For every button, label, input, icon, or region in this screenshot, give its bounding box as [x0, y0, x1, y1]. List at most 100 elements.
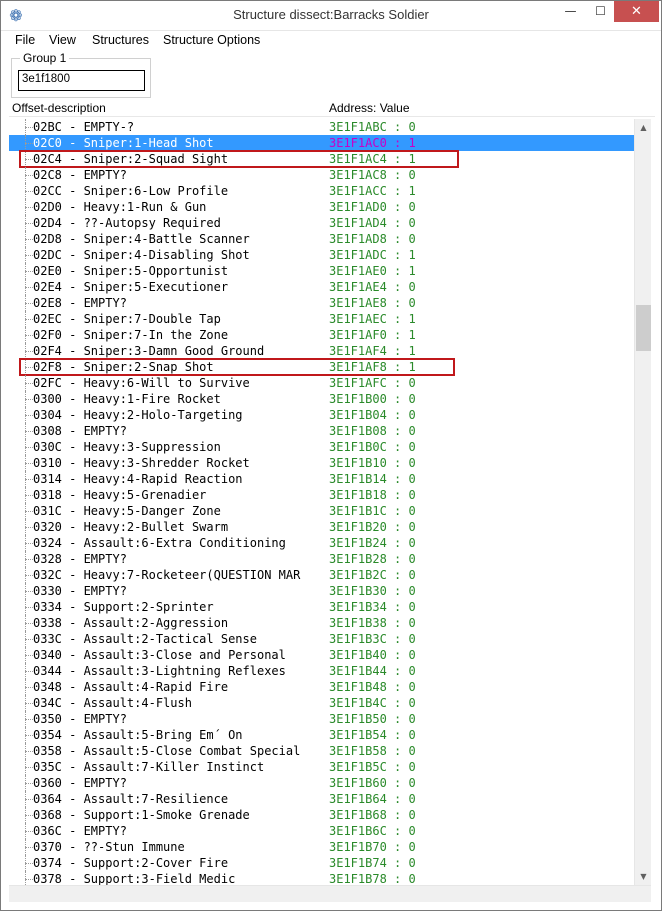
- table-row[interactable]: 030C - Heavy:3-Suppression 3E1F1B0C : 0: [9, 439, 634, 455]
- address-value[interactable]: 3E1F1B20 : 0: [329, 519, 416, 535]
- address-value[interactable]: 3E1F1ACC : 1: [329, 183, 416, 199]
- address-value[interactable]: 3E1F1ADC : 1: [329, 247, 416, 263]
- address-value[interactable]: 3E1F1B3C : 0: [329, 631, 416, 647]
- table-row[interactable]: 035C - Assault:7-Killer Instinct 3E1F1B5C…: [9, 759, 634, 775]
- table-row[interactable]: 02D0 - Heavy:1-Run & Gun 3E1F1AD0 : 0: [9, 199, 634, 215]
- table-row[interactable]: 0374 - Support:2-Cover Fire 3E1F1B74 : 0: [9, 855, 634, 871]
- table-row[interactable]: 02C0 - Sniper:1-Head Shot 3E1F1AC0 : 1: [9, 135, 634, 151]
- address-value[interactable]: 3E1F1AD8 : 0: [329, 231, 416, 247]
- address-value[interactable]: 3E1F1B08 : 0: [329, 423, 416, 439]
- table-row[interactable]: 0340 - Assault:3-Close and Personal 3E1F1…: [9, 647, 634, 663]
- address-value[interactable]: 3E1F1B6C : 0: [329, 823, 416, 839]
- table-row[interactable]: 0368 - Support:1-Smoke Grenade 3E1F1B68 :…: [9, 807, 634, 823]
- address-value[interactable]: 3E1F1AFC : 0: [329, 375, 416, 391]
- address-value[interactable]: 3E1F1B48 : 0: [329, 679, 416, 695]
- table-row[interactable]: 02CC - Sniper:6-Low Profile 3E1F1ACC : 1: [9, 183, 634, 199]
- address-value[interactable]: 3E1F1AE8 : 0: [329, 295, 416, 311]
- table-row[interactable]: 02C8 - EMPTY? 3E1F1AC8 : 0: [9, 167, 634, 183]
- address-value[interactable]: 3E1F1B5C : 0: [329, 759, 416, 775]
- address-value[interactable]: 3E1F1B30 : 0: [329, 583, 416, 599]
- address-value[interactable]: 3E1F1B64 : 0: [329, 791, 416, 807]
- structure-tree[interactable]: 02BC - EMPTY-? 3E1F1ABC : 0 02C0 - Sniper:…: [9, 119, 634, 885]
- table-row[interactable]: 02F4 - Sniper:3-Damn Good Ground 3E1F1AF4…: [9, 343, 634, 359]
- address-value[interactable]: 3E1F1B58 : 0: [329, 743, 416, 759]
- address-value[interactable]: 3E1F1ABC : 0: [329, 119, 416, 135]
- address-value[interactable]: 3E1F1B14 : 0: [329, 471, 416, 487]
- scroll-thumb[interactable]: [636, 305, 651, 351]
- address-value[interactable]: 3E1F1AE0 : 1: [329, 263, 416, 279]
- table-row[interactable]: 0308 - EMPTY? 3E1F1B08 : 0: [9, 423, 634, 439]
- table-row[interactable]: 02FC - Heavy:6-Will to Survive 3E1F1AFC :…: [9, 375, 634, 391]
- menu-structures[interactable]: Structures: [92, 33, 149, 47]
- address-value[interactable]: 3E1F1B2C : 0: [329, 567, 416, 583]
- table-row[interactable]: 0354 - Assault:5-Bring Em´ On 3E1F1B54 : …: [9, 727, 634, 743]
- table-row[interactable]: 0304 - Heavy:2-Holo-Targeting 3E1F1B04 : …: [9, 407, 634, 423]
- table-row[interactable]: 033C - Assault:2-Tactical Sense 3E1F1B3C …: [9, 631, 634, 647]
- address-value[interactable]: 3E1F1B68 : 0: [329, 807, 416, 823]
- vertical-scrollbar[interactable]: ▲ ▼: [634, 119, 651, 885]
- address-value[interactable]: 3E1F1B78 : 0: [329, 871, 416, 885]
- scroll-up-arrow-icon[interactable]: ▲: [635, 119, 652, 136]
- table-row[interactable]: 0318 - Heavy:5-Grenadier 3E1F1B18 : 0: [9, 487, 634, 503]
- table-row[interactable]: 02E4 - Sniper:5-Executioner 3E1F1AE4 : 0: [9, 279, 634, 295]
- close-button[interactable]: ✕: [614, 1, 659, 22]
- table-row[interactable]: 0360 - EMPTY? 3E1F1B60 : 0: [9, 775, 634, 791]
- table-row[interactable]: 0338 - Assault:2-Aggression 3E1F1B38 : 0: [9, 615, 634, 631]
- table-row[interactable]: 0358 - Assault:5-Close Combat Special 3E1…: [9, 743, 634, 759]
- table-row[interactable]: 02BC - EMPTY-? 3E1F1ABC : 0: [9, 119, 634, 135]
- table-row[interactable]: 02E8 - EMPTY? 3E1F1AE8 : 0: [9, 295, 634, 311]
- address-value[interactable]: 3E1F1AD0 : 0: [329, 199, 416, 215]
- scroll-down-arrow-icon[interactable]: ▼: [635, 868, 652, 885]
- table-row[interactable]: 031C - Heavy:5-Danger Zone 3E1F1B1C : 0: [9, 503, 634, 519]
- menu-structure-options[interactable]: Structure Options: [163, 33, 260, 47]
- horizontal-scrollbar[interactable]: [9, 885, 651, 902]
- table-row[interactable]: 0334 - Support:2-Sprinter 3E1F1B34 : 0: [9, 599, 634, 615]
- table-row[interactable]: 0350 - EMPTY? 3E1F1B50 : 0: [9, 711, 634, 727]
- address-value[interactable]: 3E1F1B24 : 0: [329, 535, 416, 551]
- address-value[interactable]: 3E1F1AC8 : 0: [329, 167, 416, 183]
- address-value[interactable]: 3E1F1B44 : 0: [329, 663, 416, 679]
- address-value[interactable]: 3E1F1AC4 : 1: [329, 151, 416, 167]
- table-row[interactable]: 0344 - Assault:3-Lightning Reflexes 3E1F1…: [9, 663, 634, 679]
- address-value[interactable]: 3E1F1B0C : 0: [329, 439, 416, 455]
- address-value[interactable]: 3E1F1B18 : 0: [329, 487, 416, 503]
- address-value[interactable]: 3E1F1B34 : 0: [329, 599, 416, 615]
- minimize-button[interactable]: —: [557, 1, 584, 22]
- table-row[interactable]: 0378 - Support:3-Field Medic 3E1F1B78 : 0: [9, 871, 634, 885]
- address-value[interactable]: 3E1F1AD4 : 0: [329, 215, 416, 231]
- table-row[interactable]: 0314 - Heavy:4-Rapid Reaction 3E1F1B14 : …: [9, 471, 634, 487]
- table-row[interactable]: 0330 - EMPTY? 3E1F1B30 : 0: [9, 583, 634, 599]
- address-value[interactable]: 3E1F1B54 : 0: [329, 727, 416, 743]
- table-row[interactable]: 0348 - Assault:4-Rapid Fire 3E1F1B48 : 0: [9, 679, 634, 695]
- menu-file[interactable]: File: [15, 33, 35, 47]
- address-value[interactable]: 3E1F1AC0 : 1: [329, 135, 416, 151]
- address-value[interactable]: 3E1F1B00 : 0: [329, 391, 416, 407]
- address-value[interactable]: 3E1F1AF0 : 1: [329, 327, 416, 343]
- table-row[interactable]: 036C - EMPTY? 3E1F1B6C : 0: [9, 823, 634, 839]
- address-value[interactable]: 3E1F1B50 : 0: [329, 711, 416, 727]
- table-row[interactable]: 0328 - EMPTY? 3E1F1B28 : 0: [9, 551, 634, 567]
- address-value[interactable]: 3E1F1AEC : 1: [329, 311, 416, 327]
- address-value[interactable]: 3E1F1B04 : 0: [329, 407, 416, 423]
- address-input[interactable]: 3e1f1800: [18, 70, 145, 91]
- address-value[interactable]: 3E1F1B4C : 0: [329, 695, 416, 711]
- address-value[interactable]: 3E1F1B74 : 0: [329, 855, 416, 871]
- address-value[interactable]: 3E1F1B10 : 0: [329, 455, 416, 471]
- address-value[interactable]: 3E1F1B38 : 0: [329, 615, 416, 631]
- address-value[interactable]: 3E1F1B70 : 0: [329, 839, 416, 855]
- table-row[interactable]: 02D4 - ??-Autopsy Required 3E1F1AD4 : 0: [9, 215, 634, 231]
- table-row[interactable]: 02C4 - Sniper:2-Squad Sight 3E1F1AC4 : 1: [9, 151, 634, 167]
- address-value[interactable]: 3E1F1B40 : 0: [329, 647, 416, 663]
- address-value[interactable]: 3E1F1B28 : 0: [329, 551, 416, 567]
- table-row[interactable]: 0310 - Heavy:3-Shredder Rocket 3E1F1B10 :…: [9, 455, 634, 471]
- table-row[interactable]: 02F0 - Sniper:7-In the Zone 3E1F1AF0 : 1: [9, 327, 634, 343]
- table-row[interactable]: 02D8 - Sniper:4-Battle Scanner 3E1F1AD8 :…: [9, 231, 634, 247]
- title-bar[interactable]: ❁ Structure dissect:Barracks Soldier — ☐…: [1, 1, 661, 31]
- table-row[interactable]: 032C - Heavy:7-Rocketeer(QUESTION MAR 3E1…: [9, 567, 634, 583]
- maximize-button[interactable]: ☐: [587, 1, 614, 22]
- address-value[interactable]: 3E1F1B1C : 0: [329, 503, 416, 519]
- table-row[interactable]: 0300 - Heavy:1-Fire Rocket 3E1F1B00 : 0: [9, 391, 634, 407]
- address-value[interactable]: 3E1F1AE4 : 0: [329, 279, 416, 295]
- table-row[interactable]: 034C - Assault:4-Flush 3E1F1B4C : 0: [9, 695, 634, 711]
- column-address-value[interactable]: Address: Value: [329, 101, 410, 115]
